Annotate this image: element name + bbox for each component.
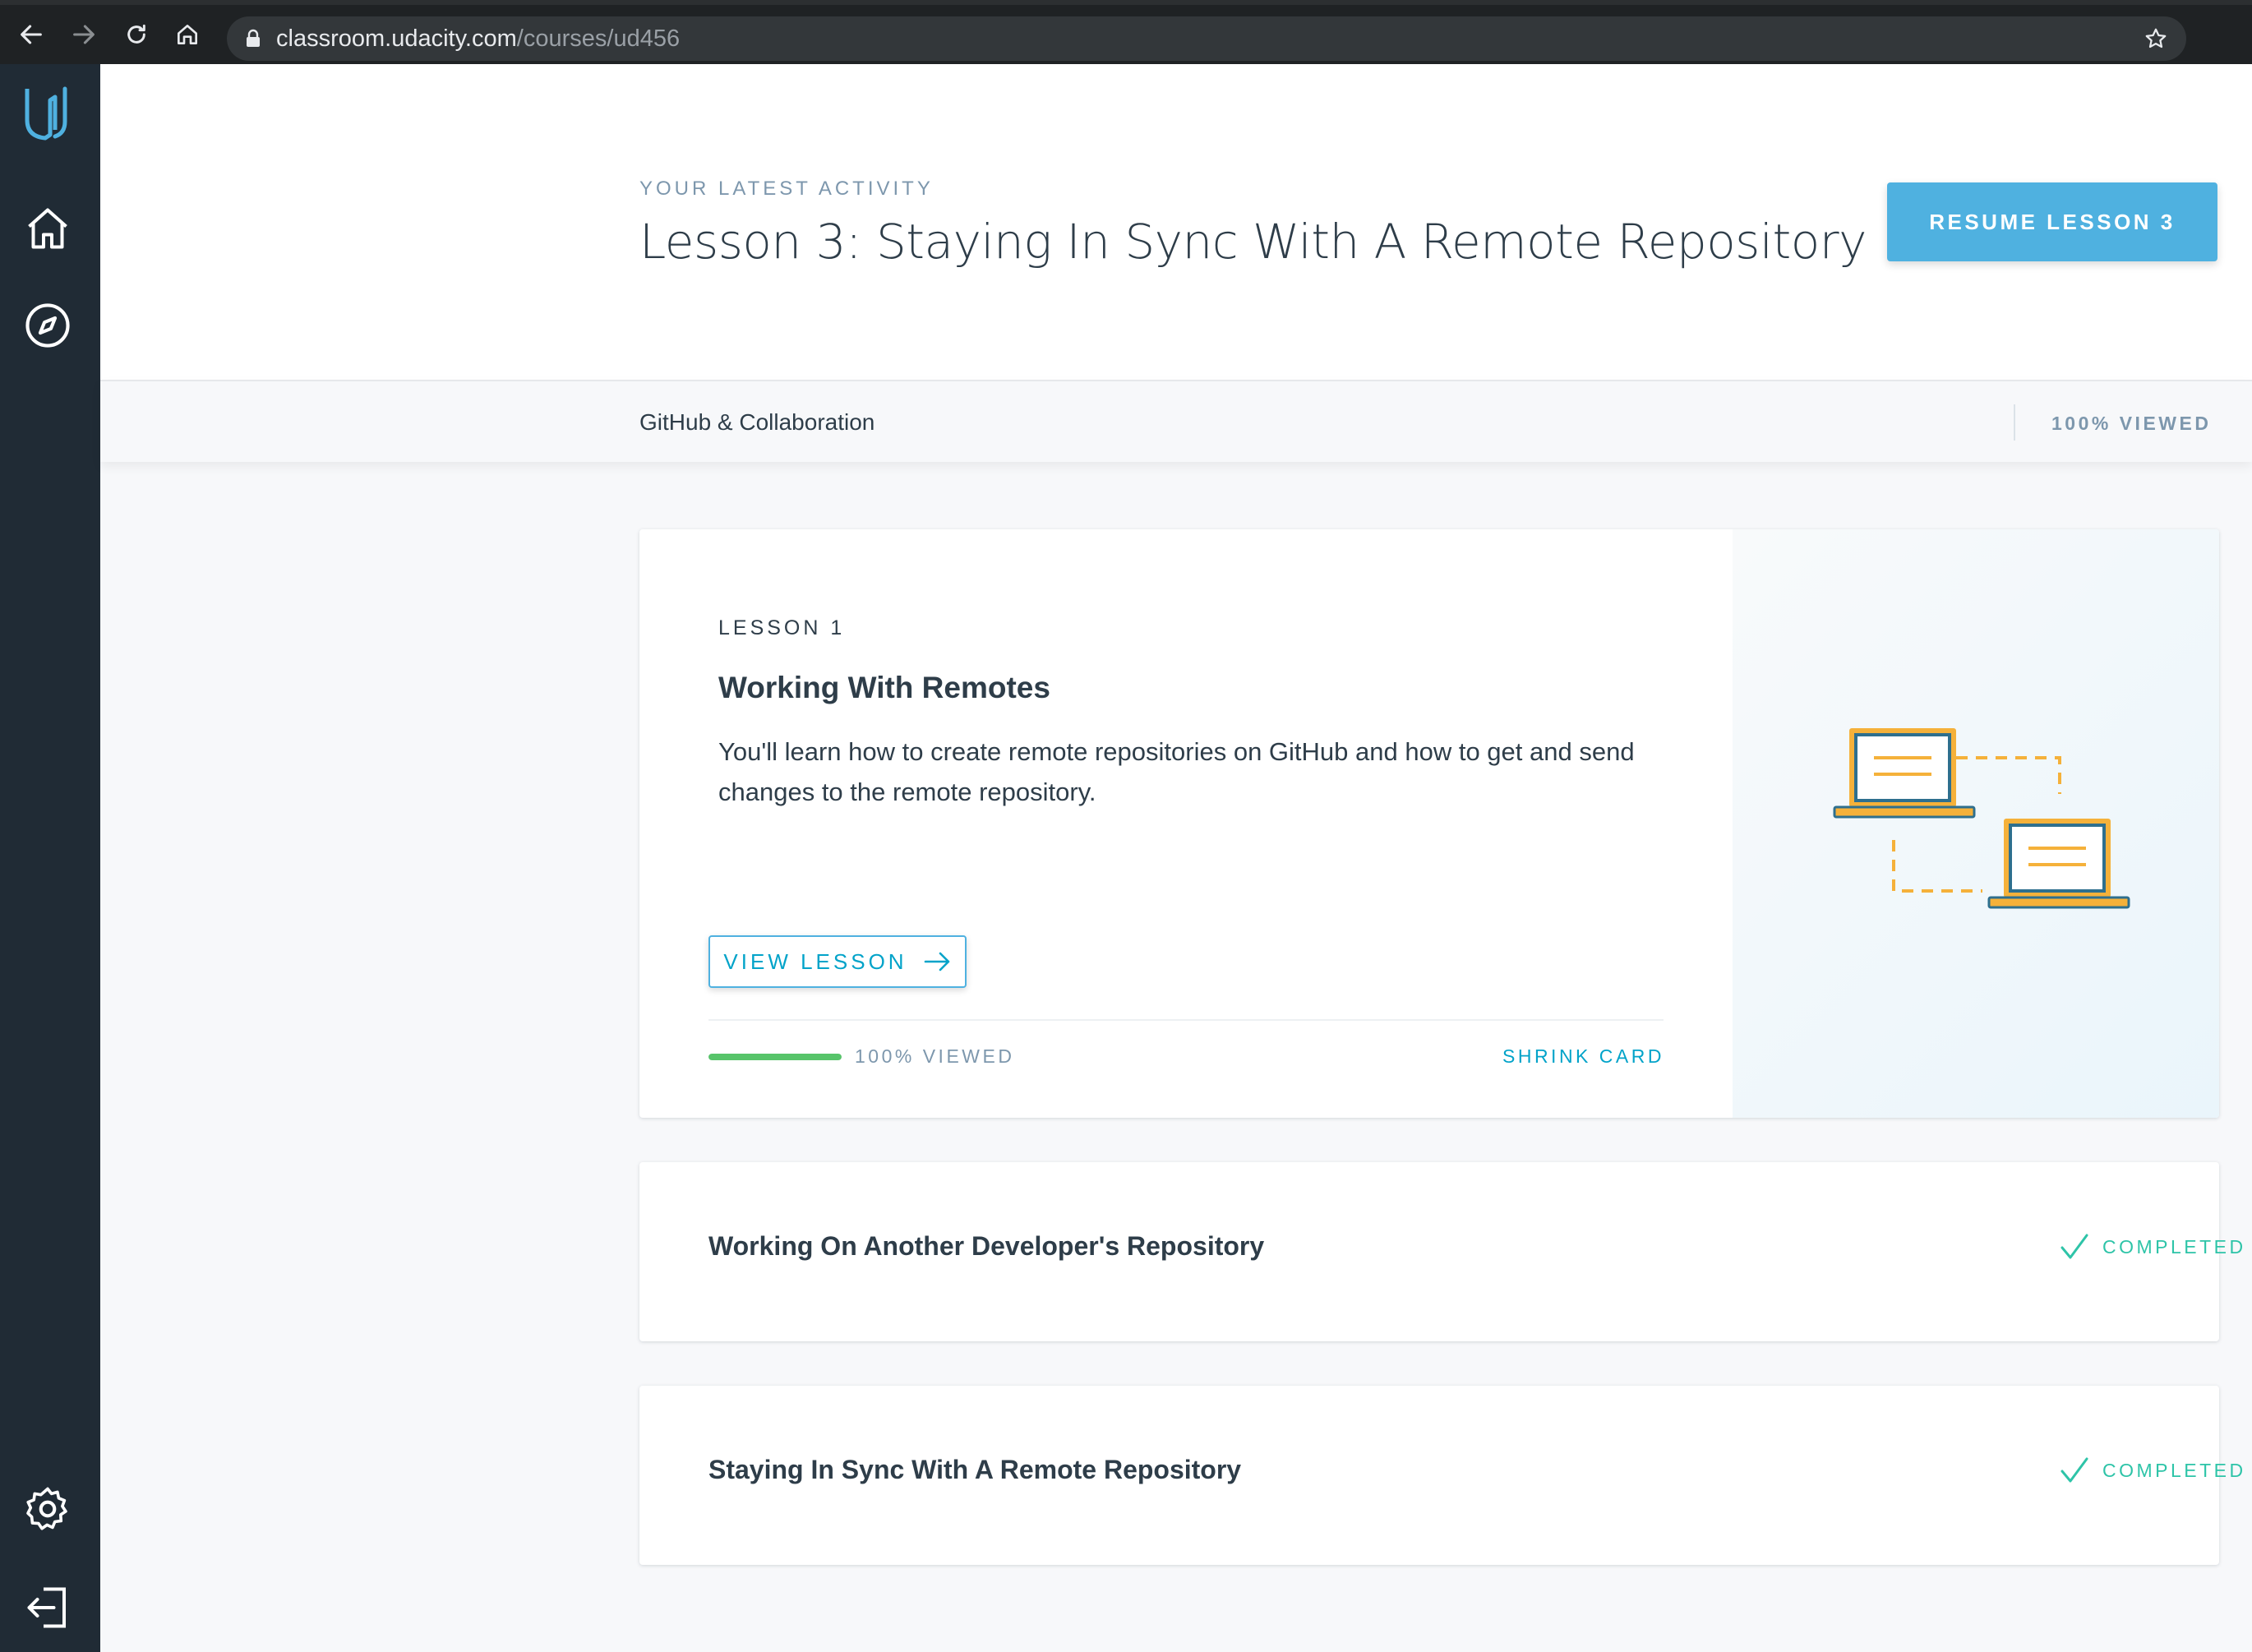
lesson-card-body: LESSON 1 Working With Remotes You'll lea… — [639, 529, 1733, 1118]
laptops-sync-icon — [1833, 728, 2130, 909]
checkmark-icon — [2060, 1456, 2089, 1484]
view-lesson-label: VIEW LESSON — [723, 948, 907, 974]
shrink-card-link[interactable]: SHRINK CARD — [1502, 1045, 1664, 1068]
lesson-number: LESSON 1 — [718, 616, 846, 639]
lesson-illustration — [1733, 529, 2219, 1118]
address-bar[interactable]: classroom.udacity.com/courses/ud456 — [227, 16, 2186, 61]
checkmark-icon — [2060, 1233, 2089, 1261]
logout-icon[interactable] — [18, 1578, 77, 1637]
lesson-title: Working With Remotes — [718, 671, 1050, 704]
course-name: GitHub & Collaboration — [639, 409, 875, 435]
lesson-progress-bar — [708, 1054, 842, 1060]
completed-label: COMPLETED — [2102, 1235, 2246, 1257]
subheader-divider — [2014, 404, 2015, 441]
view-lesson-button[interactable]: VIEW LESSON — [708, 935, 967, 988]
card-divider — [708, 1019, 1664, 1021]
course-subheader: GitHub & Collaboration 100% VIEWED — [100, 380, 2252, 462]
forward-icon[interactable] — [66, 16, 102, 53]
completed-status: COMPLETED — [2060, 1456, 2246, 1484]
lesson-title: Working On Another Developer's Repositor… — [708, 1231, 1265, 1261]
latest-activity-title: Lesson 3: Staying In Sync With A Remote … — [639, 214, 1867, 270]
browser-toolbar: classroom.udacity.com/courses/ud456 — [0, 0, 2252, 64]
latest-activity-header: YOUR LATEST ACTIVITY Lesson 3: Staying I… — [100, 64, 2252, 380]
back-icon[interactable] — [13, 16, 49, 53]
lock-icon — [245, 29, 261, 48]
main-content: YOUR LATEST ACTIVITY Lesson 3: Staying I… — [100, 64, 2252, 1652]
url-host: classroom.udacity.com — [276, 25, 517, 52]
star-icon[interactable] — [2144, 26, 2168, 51]
lesson-progress-label: 100% VIEWED — [855, 1045, 1015, 1067]
lesson-progress-fill — [708, 1054, 842, 1060]
settings-icon[interactable] — [18, 1479, 77, 1539]
udacity-logo-icon[interactable] — [18, 84, 77, 143]
lesson-card[interactable]: Working On Another Developer's Repositor… — [639, 1162, 2243, 1341]
lesson-card-expanded: LESSON 1 Working With Remotes You'll lea… — [639, 529, 2219, 1118]
course-viewed-label: 100% VIEWED — [2051, 413, 2212, 434]
left-sidebar — [0, 64, 100, 1652]
compass-icon[interactable] — [18, 296, 77, 355]
latest-activity-label: YOUR LATEST ACTIVITY — [639, 178, 934, 200]
resume-lesson-button[interactable]: RESUME LESSON 3 — [1887, 182, 2217, 261]
home-icon[interactable] — [169, 16, 205, 53]
lesson-card[interactable]: Staying In Sync With A Remote Repository… — [639, 1386, 2243, 1565]
completed-status: COMPLETED — [2060, 1233, 2246, 1261]
completed-label: COMPLETED — [2102, 1459, 2246, 1481]
lesson-description: You'll learn how to create remote reposi… — [718, 737, 1635, 806]
lesson-title: Staying In Sync With A Remote Repository — [708, 1455, 1242, 1484]
arrow-right-icon — [924, 950, 952, 973]
url-path: /courses/ud456 — [516, 25, 681, 52]
reload-icon[interactable] — [118, 16, 155, 53]
home-icon[interactable] — [18, 199, 77, 258]
